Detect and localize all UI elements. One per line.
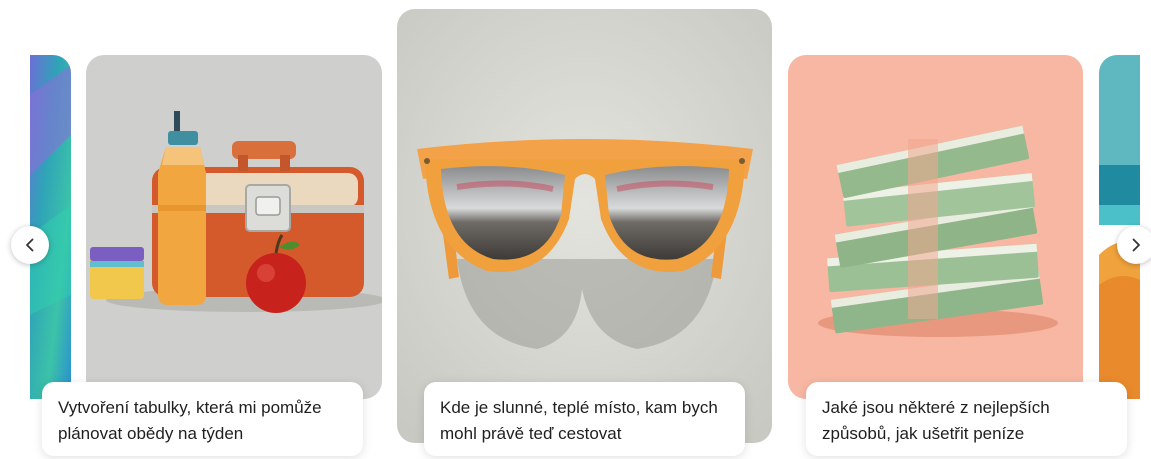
- prompt-caption-lunch[interactable]: Vytvoření tabulky, která mi pomůže pláno…: [42, 382, 363, 456]
- carousel-card-lunch[interactable]: [86, 55, 382, 399]
- money-stacks-illustration: [788, 55, 1083, 399]
- prompt-carousel: Vytvoření tabulky, která mi pomůže pláno…: [0, 0, 1151, 459]
- prompt-caption-money[interactable]: Jaké jsou některé z nejlepších způsobů, …: [806, 382, 1127, 456]
- carousel-card-travel[interactable]: [397, 9, 772, 443]
- prompt-caption-travel[interactable]: Kde je slunné, teplé místo, kam bych moh…: [424, 382, 745, 456]
- chevron-left-icon: [26, 238, 34, 252]
- prompt-text: Jaké jsou některé z nejlepších způsobů, …: [822, 398, 1050, 443]
- chevron-right-icon: [1132, 238, 1140, 252]
- lunchbox-illustration: [86, 55, 382, 399]
- prompt-text: Vytvoření tabulky, která mi pomůže pláno…: [58, 398, 322, 443]
- prompt-text: Kde je slunné, teplé místo, kam bych moh…: [440, 398, 718, 443]
- sunglasses-illustration: [397, 9, 772, 443]
- carousel-card-money[interactable]: [788, 55, 1083, 399]
- carousel-next-button[interactable]: [1117, 226, 1151, 264]
- carousel-prev-button[interactable]: [11, 226, 49, 264]
